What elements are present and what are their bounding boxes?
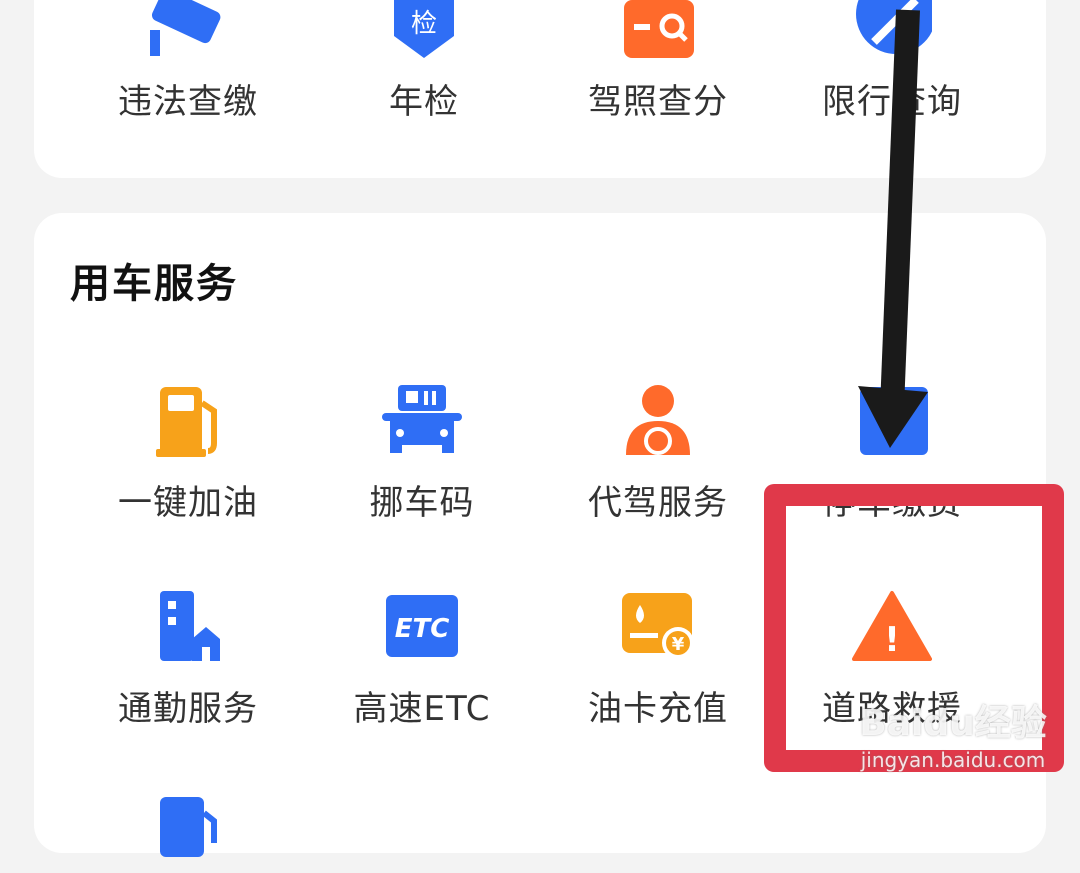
arrow-head [858,386,928,448]
arrow-shaft [880,9,920,409]
watermark-brand: Baidu经验 [859,703,1047,744]
watermark: Baidu经验 jingyan.baidu.com [828,694,1078,772]
watermark-url: jingyan.baidu.com [860,748,1046,772]
arrow-annotation [858,9,928,448]
